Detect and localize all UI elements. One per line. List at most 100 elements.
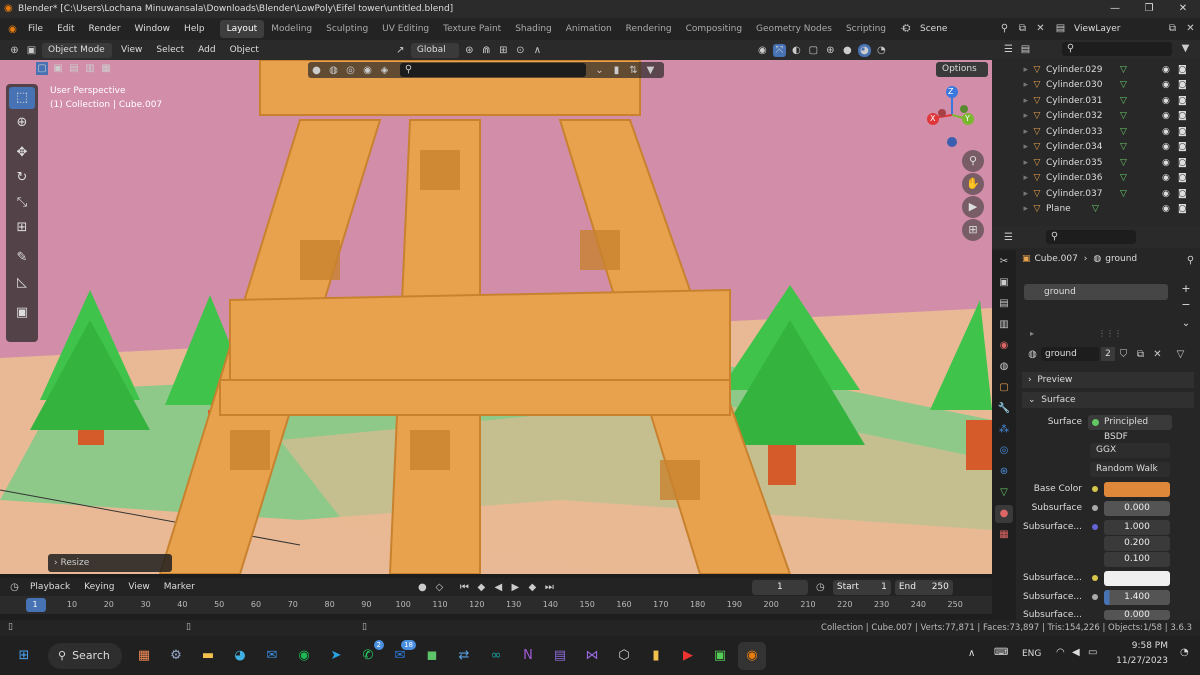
gizmo-icon[interactable]: ⤧ (772, 43, 786, 57)
properties-editor-icon[interactable]: ☰ (1002, 231, 1015, 244)
add-slot-icon[interactable]: + (1178, 282, 1194, 298)
camera-render-icon[interactable]: ◙ (1178, 96, 1187, 106)
file-explorer-icon[interactable]: ▬ (194, 642, 222, 670)
current-frame-field[interactable]: 1 (751, 579, 808, 595)
properties-search-input[interactable]: ⚲ (1046, 230, 1136, 244)
tab-texture-paint[interactable]: Texture Paint (436, 20, 508, 38)
subsurface-aniso-field[interactable]: 0.000 (1104, 610, 1170, 620)
tab-scripting[interactable]: Scripting (839, 20, 893, 38)
resize-handle-icon[interactable]: ⋮⋮⋮ (1098, 329, 1122, 338)
start-frame-field[interactable]: Start 1 (832, 579, 891, 595)
hdri-icon[interactable]: ◎ (344, 64, 357, 77)
tab-modeling[interactable]: Modeling (264, 20, 319, 38)
play-reverse-icon[interactable]: ◀ (492, 581, 505, 594)
eye-icon[interactable]: ◉ (1162, 127, 1170, 137)
camera-render-icon[interactable]: ◙ (1178, 111, 1187, 121)
view-layer-name[interactable]: ViewLayer (1074, 18, 1120, 40)
delete-view-layer-icon[interactable]: ✕ (1184, 22, 1197, 35)
cursor-tool-icon[interactable]: ⊕ (9, 112, 35, 134)
youtube-icon[interactable]: ▶ (674, 642, 702, 670)
remove-slot-icon[interactable]: − (1178, 298, 1194, 314)
falloff-icon[interactable]: ∧ (531, 44, 544, 57)
menu-edit[interactable]: Edit (50, 18, 81, 40)
jump-end-icon[interactable]: ⏭ (543, 581, 556, 594)
tray-expand-icon[interactable]: ∧ (968, 648, 975, 659)
bookmark-icon[interactable]: ▮ (610, 64, 623, 77)
object-mode-dropdown[interactable]: Object Mode (42, 42, 112, 58)
camera-render-icon[interactable]: ◙ (1178, 142, 1187, 152)
scale-tool-icon[interactable]: ⤡ (9, 192, 35, 214)
volume-icon[interactable]: ◀ (1072, 647, 1080, 658)
outliner-item[interactable]: ▸ ▽ Cylinder.037 ▽ ◉ ◙ (992, 186, 1200, 202)
menu-render[interactable]: Render (82, 18, 128, 40)
outliner-item[interactable]: ▸ ▽ Plane ▽ ◉ ◙ (992, 202, 1200, 218)
prev-keyframe-icon[interactable]: ◆ (475, 581, 488, 594)
clock-date[interactable]: 11/27/2023 (1110, 656, 1168, 666)
measure-tool-icon[interactable]: ◺ (9, 272, 35, 294)
outliner-item[interactable]: ▸ ▽ Cylinder.035 ▽ ◉ ◙ (992, 155, 1200, 171)
preview-section[interactable]: › Preview (1022, 372, 1194, 388)
add-cube-tool-icon[interactable]: ▣ (9, 302, 35, 324)
keyboard-icon[interactable]: ⌨ (994, 647, 1008, 658)
camera-render-icon[interactable]: ◙ (1178, 127, 1187, 137)
annotate-tool-icon[interactable]: ✎ (9, 247, 35, 269)
tab-geometry-nodes[interactable]: Geometry Nodes (749, 20, 839, 38)
select-new-icon[interactable]: ▢ (36, 62, 48, 75)
viewport-menu-add[interactable]: Add (191, 39, 222, 61)
outliner-item[interactable]: ▸ ▽ Cylinder.034 ▽ ◉ ◙ (992, 140, 1200, 156)
outliner-item[interactable]: ▸ ▽ Cylinder.029 ▽ ◉ ◙ (992, 62, 1200, 78)
viewport-menu-object[interactable]: Object (223, 39, 266, 61)
eye-icon[interactable]: ◉ (1162, 65, 1170, 75)
pin-icon[interactable]: ⚲ (1184, 254, 1197, 267)
outliner-item[interactable]: ▸ ▽ Cylinder.032 ▽ ◉ ◙ (992, 109, 1200, 125)
battery-icon[interactable]: ▭ (1088, 647, 1097, 658)
slot-menu-icon[interactable]: ⌄ (1178, 318, 1194, 334)
view-layer-tab-icon[interactable]: ▥ (995, 316, 1013, 334)
clock-time[interactable]: 9:58 PM (1116, 641, 1168, 651)
outliner-item[interactable]: ▸ ▽ Cylinder.036 ▽ ◉ ◙ (992, 171, 1200, 187)
connect-icon[interactable]: ⇄ (450, 642, 478, 670)
tab-uv-editing[interactable]: UV Editing (375, 20, 436, 38)
pan-icon[interactable]: ✋ (962, 173, 984, 195)
language-indicator[interactable]: ENG (1022, 649, 1041, 659)
particles-tab-icon[interactable]: ⁂ (995, 421, 1013, 439)
sticky-notes-icon[interactable]: ▮ (642, 642, 670, 670)
radius-x-field[interactable]: 1.000 (1104, 520, 1170, 535)
subsurface-method-dropdown[interactable]: Random Walk (1090, 462, 1170, 477)
camera-render-icon[interactable]: ◙ (1178, 65, 1187, 75)
eye-icon[interactable]: ◉ (1162, 189, 1170, 199)
timeline-menu-keying[interactable]: Keying (77, 576, 121, 598)
material-slot-item[interactable]: ground (1024, 284, 1168, 300)
world-icon[interactable]: ◍ (327, 64, 340, 77)
transform-orientation-dropdown[interactable]: Global (410, 42, 459, 58)
notification-icon[interactable]: ◔ (1180, 647, 1189, 658)
next-keyframe-icon[interactable]: ◆ (526, 581, 539, 594)
object-tab-icon[interactable]: ▢ (995, 379, 1013, 397)
camera-render-icon[interactable]: ◙ (1178, 204, 1187, 214)
menu-help[interactable]: Help (177, 18, 212, 40)
arduino-icon[interactable]: ∞ (482, 642, 510, 670)
unlink-material-icon[interactable]: ✕ (1151, 348, 1164, 361)
3d-viewport[interactable]: ▢ ▣ ▤ ▥ ▦ ● ◍ ◎ ◉ ◈ ⚲ ⌄ ▮ ⇅ ▼ Options Us… (0, 60, 992, 574)
subsurface-field[interactable]: 0.000 (1104, 501, 1170, 516)
zoom-icon[interactable]: ⚲ (962, 150, 984, 172)
render-tab-icon[interactable]: ▣ (995, 274, 1013, 292)
new-view-layer-icon[interactable]: ⧉ (1166, 22, 1179, 35)
viewport-menu-view[interactable]: View (114, 39, 149, 61)
edge-browser-icon[interactable]: ◕ (226, 642, 254, 670)
tool-tab-icon[interactable]: ✂ (995, 253, 1013, 271)
maximize-icon[interactable]: ❐ (1132, 0, 1166, 18)
settings-icon[interactable]: ⚙ (162, 642, 190, 670)
jump-start-icon[interactable]: ⏮ (458, 581, 471, 594)
select-intersect-icon[interactable]: ▦ (100, 62, 112, 75)
duplicate-material-icon[interactable]: ⧉ (1134, 348, 1147, 361)
spotify-icon[interactable]: ◉ (290, 642, 318, 670)
studio-icon[interactable]: ◉ (361, 64, 374, 77)
surface-shader-field[interactable]: Principled BSDF (1088, 415, 1172, 442)
delete-scene-icon[interactable]: ✕ (1034, 22, 1047, 35)
tab-animation[interactable]: Animation (559, 20, 619, 38)
lighting-icon[interactable]: ● (310, 64, 323, 77)
funnel-icon[interactable]: ▼ (644, 64, 657, 77)
tab-compositing[interactable]: Compositing (679, 20, 749, 38)
camera-icon[interactable]: ▶ (962, 196, 984, 218)
